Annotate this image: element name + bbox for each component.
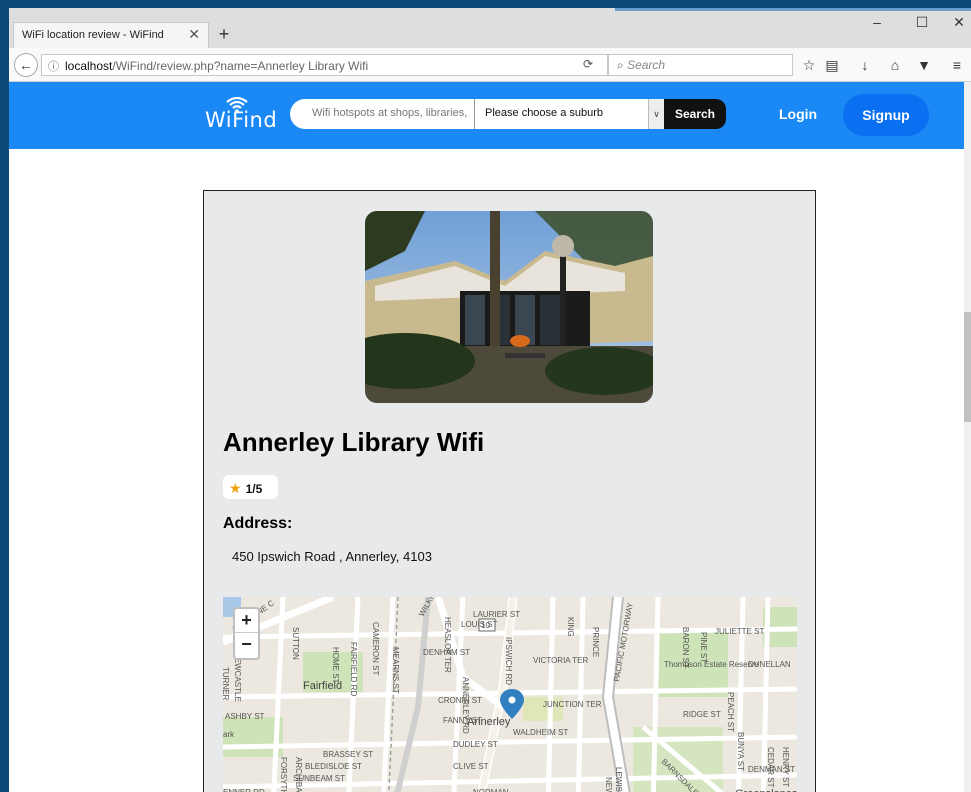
map-label: 10 — [481, 621, 490, 630]
address-label: Address: — [223, 515, 293, 532]
map-label: KING — [566, 617, 575, 637]
map-zoom-control: + − — [233, 607, 260, 660]
map-label: VICTORIA TER — [533, 656, 588, 665]
wifind-logo[interactable]: WiFind — [205, 94, 277, 138]
map-label: ark — [223, 730, 235, 739]
signup-button[interactable]: Signup — [843, 94, 929, 136]
map-label: BLEDISLOE ST — [305, 762, 362, 771]
map-label: HEASLOP TER — [443, 617, 452, 673]
map-label: ENNER RD — [223, 788, 265, 792]
tab-bar: WiFi location review - WiFind ✕ + – ☐ ✕ — [9, 8, 971, 48]
map-label: LOUIS ST — [461, 620, 498, 629]
browser-search-input[interactable]: ⌕ Search — [608, 54, 793, 76]
map-label: BUNYA ST — [736, 732, 745, 771]
map-label: DUNELLAN — [748, 660, 791, 669]
map-label: CRONIN ST — [438, 696, 482, 705]
tab-close-icon[interactable]: ✕ — [188, 26, 200, 43]
browser-search-placeholder: Search — [627, 58, 666, 72]
map-label: NORMAN — [473, 788, 509, 792]
window-accent-strip — [615, 8, 971, 11]
map-label: BARON ST — [681, 627, 690, 668]
map-label: LAURIER ST — [473, 610, 520, 619]
nav-toolbar: ← ⓘ localhost/WiFind/review.php?name=Anne… — [9, 48, 971, 82]
map-label: TURNER — [223, 667, 230, 701]
location-map[interactable]: TURNER NEWCASTLE HOME ST CAMERON ST FAIRFIEL… — [223, 597, 797, 792]
map-label: CAMERON ST — [371, 622, 380, 675]
map-label: Greenslopes — [735, 788, 797, 792]
menu-icon[interactable]: ≡ — [947, 57, 967, 73]
map-label: SUNBEAM ST — [293, 774, 345, 783]
venue-card: Annerley Library Wifi ★ 1/5 Address: 450 … — [203, 190, 816, 792]
star-icon: ★ — [229, 480, 242, 496]
map-label: NEW ST — [604, 777, 613, 792]
magnifier-icon: ⌕ — [617, 58, 624, 72]
page-scrollbar[interactable] — [964, 82, 971, 792]
map-label: RIDGE ST — [683, 710, 721, 719]
map-label: SUTTON — [291, 627, 300, 660]
address-text: 450 Ipswich Road , Annerley, 4103 — [232, 549, 432, 564]
search-button[interactable]: Search — [664, 99, 726, 129]
maximize-icon[interactable]: ☐ — [912, 14, 932, 31]
tab-title: WiFi location review - WiFind — [22, 29, 164, 41]
hotspot-search-input[interactable]: Wifi hotspots at shops, libraries, — [290, 99, 474, 129]
url-path: /WiFind/review.php?name=Annerley Library… — [112, 59, 369, 73]
map-label: ASHBY ST — [225, 712, 265, 721]
map-label: PINE ST — [699, 632, 708, 663]
map-label: IPSWICH RD — [504, 637, 513, 685]
url-host: localhost — [65, 59, 113, 73]
library-photo-illustration — [365, 211, 653, 403]
url-bar[interactable]: ⓘ localhost/WiFind/review.php?name=Annerl… — [41, 54, 608, 76]
scrollbar-thumb[interactable] — [964, 312, 971, 422]
map-label: CLIVE ST — [453, 762, 489, 771]
pocket-icon[interactable]: ▼ — [914, 57, 934, 73]
bookmark-star-icon[interactable]: ☆ — [799, 57, 819, 74]
venue-photo — [365, 211, 653, 403]
chevron-down-icon[interactable]: ∨ — [648, 99, 664, 129]
page-content: WiFind Wifi hotspots at shops, libraries… — [9, 82, 964, 792]
map-label: JULIETTE ST — [715, 627, 764, 636]
reload-icon[interactable]: ⟳ — [583, 57, 593, 71]
zoom-in-button[interactable]: + — [235, 609, 258, 633]
map-label: WALDHEIM ST — [513, 728, 568, 737]
new-tab-icon[interactable]: + — [214, 24, 234, 45]
site-header: WiFind Wifi hotspots at shops, libraries… — [9, 82, 964, 149]
map-label: MEARNS ST — [391, 647, 400, 694]
suburb-select[interactable]: Please choose a suburb ∨ — [474, 99, 664, 129]
map-label: Annerley — [467, 716, 511, 728]
back-arrow-icon[interactable]: ← — [14, 53, 38, 77]
minimize-icon[interactable]: – — [867, 14, 887, 30]
map-tiles[interactable]: TURNER NEWCASTLE HOME ST CAMERON STFAIRFIEL… — [223, 597, 797, 792]
map-label: LEWISHAM ST — [614, 767, 623, 792]
reading-list-icon[interactable]: ▤ — [822, 57, 842, 74]
info-icon[interactable]: ⓘ — [48, 61, 59, 73]
logo-text: WiFind — [205, 108, 278, 132]
map-label: FORSYTH ST — [279, 757, 288, 792]
venue-title: Annerley Library Wifi — [223, 427, 485, 457]
map-label: Fairfield — [303, 680, 342, 692]
browser-window: WiFi location review - WiFind ✕ + – ☐ ✕ … — [9, 8, 971, 792]
tab-review[interactable]: WiFi location review - WiFind ✕ — [13, 22, 209, 48]
download-icon[interactable]: ↓ — [855, 57, 875, 73]
rating-value: 1/5 — [245, 482, 263, 496]
map-label: FAIRFIELD RD — [349, 642, 358, 696]
login-button[interactable]: Login — [779, 106, 817, 122]
map-label: Thompson Estate Reserve — [664, 660, 759, 669]
suburb-selected-value: Please choose a suburb — [485, 107, 604, 119]
map-label: DUDLEY ST — [453, 740, 498, 749]
map-label: PEACH ST — [726, 692, 735, 732]
home-icon[interactable]: ⌂ — [885, 57, 905, 73]
map-label: JUNCTION TER — [543, 700, 602, 709]
zoom-out-button[interactable]: − — [235, 633, 258, 657]
map-label: HENRY ST — [781, 747, 790, 787]
rating-badge: ★ 1/5 — [223, 475, 278, 499]
map-label: BRASSEY ST — [323, 750, 373, 759]
map-label: PRINCE — [591, 627, 600, 657]
window-close-icon[interactable]: ✕ — [949, 14, 969, 31]
map-label: HOME ST — [331, 647, 340, 684]
